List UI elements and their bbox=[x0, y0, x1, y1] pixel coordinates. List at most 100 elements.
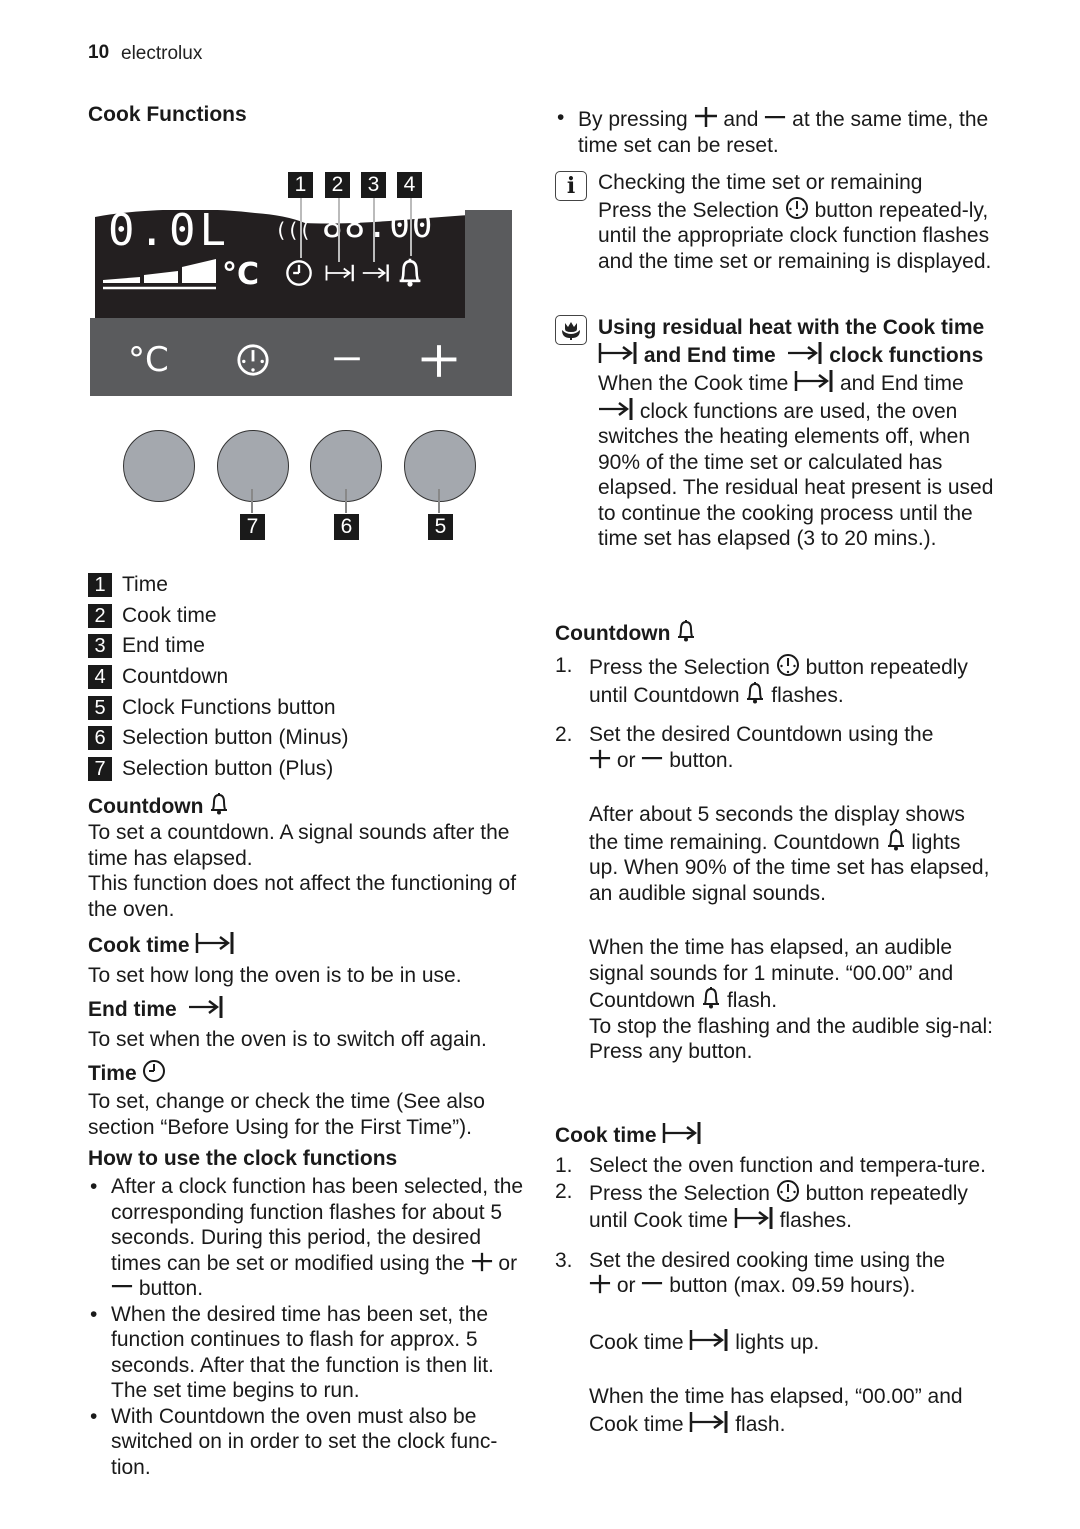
legend-number: 6 bbox=[88, 726, 112, 750]
legend-label: Selection button (Plus) bbox=[122, 757, 334, 780]
step-item: 2. Set the desired Countdown using the or… bbox=[555, 722, 995, 1065]
legend-number: 4 bbox=[88, 665, 112, 689]
step-item: 1. Press the Selection button repeatedly … bbox=[555, 653, 995, 708]
end-time-icon bbox=[598, 397, 634, 421]
cook-time-steps: 1. Select the oven function and tempera-t… bbox=[555, 1153, 995, 1437]
cook-time-procedure: Cook time 1. Select the oven function and… bbox=[555, 1121, 995, 1437]
note-text: flash. bbox=[726, 989, 778, 1012]
callout-leader-3 bbox=[373, 196, 375, 262]
bell-icon bbox=[209, 792, 229, 816]
heading-text: Cook time bbox=[555, 1124, 657, 1147]
plus-icon bbox=[589, 748, 611, 770]
legend-label: Clock Functions button bbox=[122, 696, 336, 719]
bullet-text: button. bbox=[138, 1277, 204, 1300]
countdown-steps: 1. Press the Selection button repeatedly … bbox=[555, 653, 995, 1065]
bullet-text: and bbox=[723, 108, 759, 131]
heading-text: clock functions bbox=[829, 344, 984, 367]
heat-indicator-icon: ((( bbox=[275, 218, 312, 242]
plus-icon bbox=[589, 1273, 611, 1295]
legend-number: 5 bbox=[88, 696, 112, 720]
legend-item: 2 Cook time bbox=[88, 603, 217, 629]
cook-time-heading: Cook time bbox=[555, 1121, 995, 1149]
callout-1: 1 bbox=[288, 172, 313, 198]
display-left-digits: 0.0L bbox=[108, 205, 230, 256]
residual-heat-text: When the Cook time and End time clock fu… bbox=[598, 369, 998, 552]
cook-time-heading-text: Cook time bbox=[88, 934, 190, 957]
cook-time-description: Cook time To set how long the oven is to… bbox=[88, 931, 528, 989]
legend-label: Countdown bbox=[122, 665, 229, 688]
display-end-time-icon bbox=[362, 263, 390, 288]
text: and End time bbox=[839, 372, 964, 395]
legend-label: Selection button (Minus) bbox=[122, 726, 349, 749]
legend-number: 3 bbox=[88, 634, 112, 658]
list-item: By pressing and at the same time, the ti… bbox=[555, 105, 995, 158]
info-text-a: Press the Selection bbox=[598, 198, 779, 222]
time-heading: Time bbox=[88, 1059, 528, 1087]
step-text: Press the Selection bbox=[589, 656, 770, 679]
step-item: 2. Press the Selection button repeatedly … bbox=[555, 1179, 995, 1234]
callout-leader-2 bbox=[338, 196, 340, 262]
step-number: 3. bbox=[555, 1248, 573, 1272]
list-item: After a clock function has been selected… bbox=[88, 1174, 528, 1302]
reset-bullet-list: By pressing and at the same time, the ti… bbox=[555, 105, 995, 158]
legend-label: Time bbox=[122, 573, 168, 596]
panel-selection-icon bbox=[236, 343, 270, 382]
info-text: Press the Selection button repeated-ly, … bbox=[598, 196, 998, 275]
cook-time-icon bbox=[598, 341, 638, 365]
how-to-section: How to use the clock functions After a c… bbox=[88, 1146, 528, 1480]
heading-text: Countdown bbox=[555, 622, 671, 645]
clock-icon bbox=[142, 1059, 166, 1083]
cook-time-icon bbox=[662, 1121, 702, 1145]
legend-item: 6 Selection button (Minus) bbox=[88, 725, 348, 751]
heading-text: and End time bbox=[643, 344, 776, 367]
step-number: 2. bbox=[555, 1179, 573, 1203]
page-number: 10 bbox=[88, 42, 110, 63]
callout-leader-1 bbox=[300, 196, 302, 258]
residual-heat-note: Using residual heat with the Cook time a… bbox=[598, 314, 998, 552]
display-cook-time-icon bbox=[325, 263, 355, 288]
text: When the Cook time bbox=[598, 372, 789, 395]
minus-icon bbox=[641, 1273, 663, 1295]
legend-label: End time bbox=[122, 634, 205, 657]
list-item: With Countdown the oven must also be swi… bbox=[88, 1404, 528, 1481]
cook-time-note-2: When the time has elapsed, “00.00” and C… bbox=[589, 1384, 995, 1437]
step-number: 1. bbox=[555, 1154, 573, 1177]
bell-icon bbox=[676, 619, 696, 643]
minus-icon bbox=[641, 748, 663, 770]
cook-time-icon bbox=[689, 1328, 729, 1352]
temperature-bar-icon bbox=[103, 259, 216, 290]
info-note: Checking the time set or remaining Press… bbox=[598, 170, 998, 274]
time-text: To set, change or check the time (See al… bbox=[88, 1090, 485, 1139]
panel-side bbox=[465, 210, 512, 318]
list-item: When the desired time has been set, the … bbox=[88, 1302, 528, 1404]
panel-plus-icon bbox=[420, 342, 458, 385]
plus-button-knob[interactable] bbox=[217, 430, 289, 502]
cook-time-icon bbox=[734, 1206, 774, 1230]
brand-name: electrolux bbox=[121, 43, 203, 64]
callout-4: 4 bbox=[397, 172, 422, 198]
legend-item: 5 Clock Functions button bbox=[88, 695, 336, 721]
plus-icon bbox=[694, 105, 718, 129]
info-title: Checking the time set or remaining bbox=[598, 171, 923, 194]
end-time-heading: End time bbox=[88, 995, 528, 1023]
text: clock functions are used, the oven switc… bbox=[598, 399, 994, 551]
cook-time-icon bbox=[794, 369, 834, 393]
legend-number: 2 bbox=[88, 604, 112, 628]
clock-functions-button-knob[interactable] bbox=[404, 430, 476, 502]
temperature-knob[interactable] bbox=[123, 430, 195, 502]
note-text: lights up. bbox=[735, 1330, 820, 1354]
cook-time-text: To set how long the oven is to be in use… bbox=[88, 964, 462, 987]
selection-icon bbox=[785, 196, 809, 220]
end-time-icon bbox=[787, 341, 823, 365]
selection-icon bbox=[776, 1179, 800, 1203]
legend-item: 1 Time bbox=[88, 572, 168, 598]
legend-number: 7 bbox=[88, 757, 112, 781]
step-text: or bbox=[616, 1274, 636, 1297]
countdown-note-2: When the time has elapsed, an audible si… bbox=[589, 935, 995, 1014]
legend-label: Cook time bbox=[122, 604, 217, 627]
bullet-text: By pressing bbox=[578, 108, 688, 131]
note-text: flash. bbox=[735, 1412, 786, 1436]
display-unit: °C bbox=[222, 257, 260, 292]
countdown-heading: Countdown bbox=[88, 792, 528, 820]
callout-2: 2 bbox=[325, 172, 350, 198]
